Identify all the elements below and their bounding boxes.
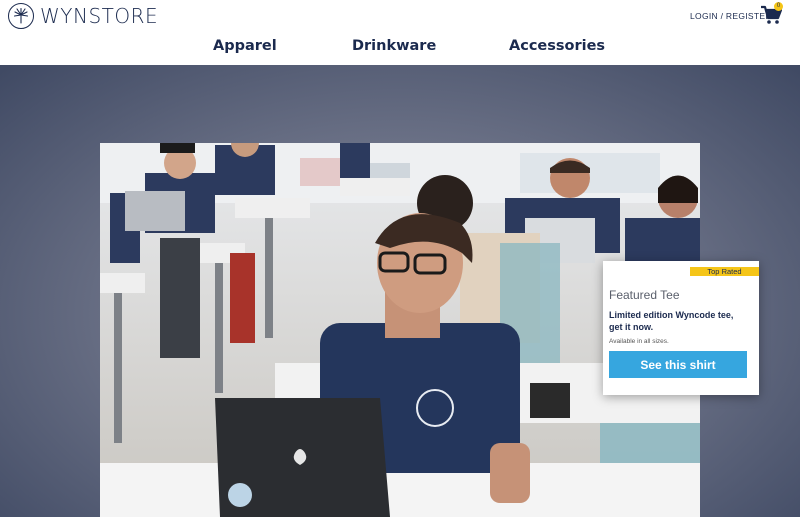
cart-count-badge: 0 — [774, 2, 783, 11]
hero-banner: Top Rated Featured Tee Limited edition W… — [0, 65, 800, 517]
featured-description: Limited edition Wyncode tee, get it now. — [609, 310, 734, 332]
top-rated-badge: Top Rated — [690, 267, 759, 276]
palm-tree-icon — [8, 3, 34, 29]
nav-item-drinkware[interactable]: Drinkware — [352, 38, 436, 54]
nav-item-accessories[interactable]: Accessories — [509, 38, 605, 54]
brand-logo[interactable]: WYNSTORE — [8, 3, 158, 29]
site-header: WYNSTORE LOGIN / REGISTER 0 Apparel Drin… — [0, 0, 800, 65]
see-this-shirt-button[interactable]: See this shirt — [609, 351, 747, 378]
featured-availability: Available in all sizes. — [609, 338, 669, 345]
featured-tee-card: Top Rated Featured Tee Limited edition W… — [603, 261, 759, 395]
featured-title: Featured Tee — [609, 288, 680, 302]
cart-button[interactable]: 0 — [760, 2, 783, 27]
brand-name: WYNSTORE — [40, 4, 159, 28]
main-nav: Apparel Drinkware Accessories — [0, 38, 800, 60]
nav-item-apparel[interactable]: Apparel — [213, 38, 277, 54]
